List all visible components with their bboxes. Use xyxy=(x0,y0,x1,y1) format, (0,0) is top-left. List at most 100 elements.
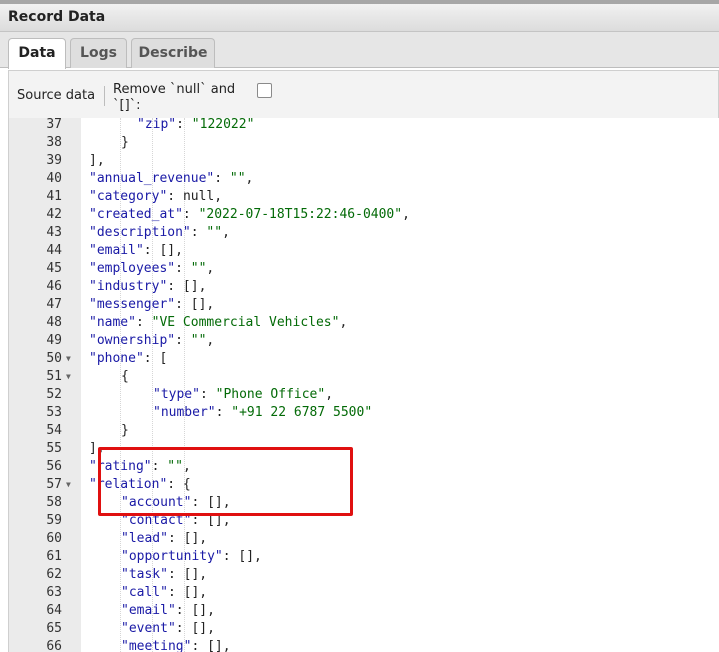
code-token: } xyxy=(121,423,129,438)
code-line: 52 "type": "Phone Office", xyxy=(9,386,719,404)
code-text: "relation": { xyxy=(89,476,191,494)
line-number: 45 xyxy=(46,261,62,276)
line-number: 66 xyxy=(46,639,62,652)
code-line: 47 "messenger": [], xyxy=(9,296,719,314)
code-line: 63 "call": [], xyxy=(9,584,719,602)
code-token: : [ xyxy=(143,351,168,366)
line-number: 47 xyxy=(46,297,62,312)
code-text: "meeting": [], xyxy=(121,638,231,652)
code-text: "industry": [], xyxy=(89,278,206,296)
remove-null-checkbox[interactable] xyxy=(257,83,272,98)
code-text: ], xyxy=(89,152,105,170)
code-token: "2022-07-18T15:22:46-0400" xyxy=(198,207,403,222)
code-line: 59 "contact": [], xyxy=(9,512,719,530)
code-text: "phone": [ xyxy=(89,350,167,368)
editor-toolbar: Source data Remove `null` and `[]`: xyxy=(8,70,719,118)
source-data-button[interactable]: Source data xyxy=(17,88,95,103)
code-line: 66 "meeting": [], xyxy=(9,638,719,652)
code-token: "122022" xyxy=(191,118,255,132)
code-token: : [], xyxy=(175,297,215,312)
code-token: : [], xyxy=(175,603,215,618)
code-text: "category": null, xyxy=(89,188,222,206)
line-number: 64 xyxy=(46,603,62,618)
code-text: "email": [], xyxy=(121,602,215,620)
code-token: : xyxy=(182,207,199,222)
code-token: ], xyxy=(89,441,105,456)
code-token: { xyxy=(121,369,129,384)
code-token: : xyxy=(215,405,232,420)
code-line: 37 "zip": "122022" xyxy=(9,118,719,134)
code-line: 64 "email": [], xyxy=(9,602,719,620)
code-token: : [], xyxy=(167,585,208,600)
code-text: "annual_revenue": "", xyxy=(89,170,253,188)
code-token: ], xyxy=(89,153,105,168)
tab-logs[interactable]: Logs xyxy=(70,38,127,68)
line-number: 42 xyxy=(46,207,62,222)
line-number: 44 xyxy=(46,243,62,258)
code-token: : [], xyxy=(191,513,231,528)
line-number: 46 xyxy=(46,279,62,294)
code-token: "email" xyxy=(89,243,144,258)
code-token: : xyxy=(175,333,191,348)
code-text: "email": [], xyxy=(89,242,183,260)
code-text: "created_at": "2022-07-18T15:22:46-0400"… xyxy=(89,206,410,224)
line-number: 51 xyxy=(46,369,62,384)
code-token: "ownership" xyxy=(89,333,176,348)
code-token: "lead" xyxy=(121,531,168,546)
code-token: "messenger" xyxy=(89,297,176,312)
code-text: "type": "Phone Office", xyxy=(153,386,333,404)
code-text: "task": [], xyxy=(121,566,207,584)
code-line: 58 "account": [], xyxy=(9,494,719,512)
code-token: "account" xyxy=(121,495,192,510)
line-number: 65 xyxy=(46,621,62,636)
line-number: 48 xyxy=(46,315,62,330)
code-text: "number": "+91 22 6787 5500" xyxy=(153,404,372,422)
code-line: 55], xyxy=(9,440,719,458)
fold-toggle-icon[interactable]: ▼ xyxy=(66,476,71,494)
code-token: "phone" xyxy=(89,351,144,366)
code-token: "description" xyxy=(89,225,191,240)
code-token: , xyxy=(214,189,223,204)
toolbar-divider xyxy=(104,86,105,106)
code-token: "meeting" xyxy=(121,639,192,652)
code-line: 54} xyxy=(9,422,719,440)
code-text: "description": "", xyxy=(89,224,230,242)
line-number: 38 xyxy=(46,135,62,150)
code-token: "industry" xyxy=(89,279,168,294)
code-token: , xyxy=(245,171,254,186)
code-token: : [], xyxy=(143,243,183,258)
line-number: 53 xyxy=(46,405,62,420)
code-token: "employees" xyxy=(89,261,176,276)
code-token: "+91 22 6787 5500" xyxy=(231,405,373,420)
code-line: 48 "name": "VE Commercial Vehicles", xyxy=(9,314,719,332)
tab-describe[interactable]: Describe xyxy=(131,38,215,68)
code-token: , xyxy=(402,207,410,222)
code-token: "category" xyxy=(89,189,168,204)
line-number: 58 xyxy=(46,495,62,510)
code-line: 57 ▼ "relation": { xyxy=(9,476,719,494)
code-line: 41 "category": null, xyxy=(9,188,719,206)
code-text: "zip": "122022" xyxy=(137,118,254,134)
code-token: "email" xyxy=(121,603,176,618)
code-token: , xyxy=(222,225,230,240)
code-token: : xyxy=(175,261,191,276)
code-token: : xyxy=(176,118,192,132)
code-token: } xyxy=(121,135,129,150)
code-token: "" xyxy=(190,333,207,348)
fold-toggle-icon[interactable]: ▼ xyxy=(66,350,71,368)
code-token: "opportunity" xyxy=(121,549,223,564)
code-token: : xyxy=(167,189,183,204)
tab-data[interactable]: Data xyxy=(8,38,66,69)
code-text: "employees": "", xyxy=(89,260,214,278)
fold-toggle-icon[interactable]: ▼ xyxy=(66,368,71,386)
code-token: : { xyxy=(167,477,191,492)
code-text: "account": [], xyxy=(121,494,231,512)
code-token: "call" xyxy=(121,585,168,600)
code-token: "number" xyxy=(153,405,216,420)
code-line: 51 ▼ { xyxy=(9,368,719,386)
code-token: : [], xyxy=(167,279,207,294)
line-number: 56 xyxy=(46,459,62,474)
json-editor[interactable]: 37 "zip": "122022" 38} 39], 40 "annual_revenu… xyxy=(8,118,719,652)
code-token: "" xyxy=(229,171,246,186)
code-token: : xyxy=(199,387,216,402)
